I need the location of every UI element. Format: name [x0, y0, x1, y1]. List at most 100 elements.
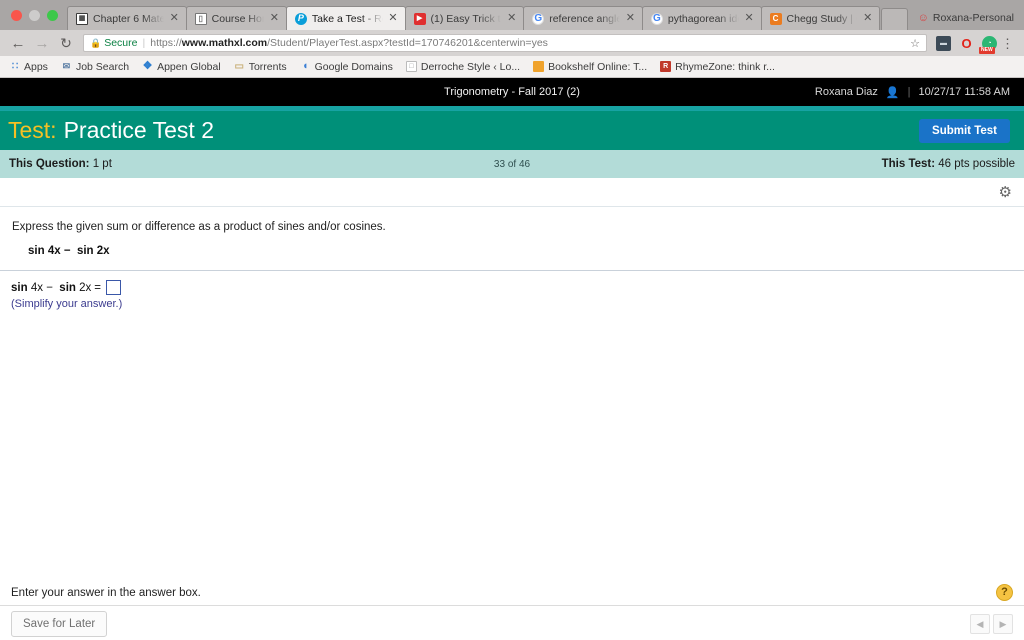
- forward-button[interactable]: →: [30, 36, 54, 51]
- bookmark-apps[interactable]: ∷ Apps: [9, 61, 48, 73]
- close-tab-icon[interactable]: ✕: [744, 13, 755, 24]
- google-domains-icon: ◖: [301, 60, 309, 72]
- tab-list: ▦ Chapter 6 Materials ✕ ▯ Course Home ✕ …: [67, 6, 908, 30]
- dark-extension-icon[interactable]: ▬: [936, 35, 951, 51]
- job-search-icon: ✉: [62, 61, 71, 71]
- browser-tab-take-a-test[interactable]: P Take a Test - Roxana ✕: [285, 6, 406, 30]
- book-icon: ▦: [76, 12, 88, 25]
- submit-test-button[interactable]: Submit Test: [919, 118, 1010, 143]
- close-tab-icon[interactable]: ✕: [269, 13, 280, 24]
- profile-label: Roxana-Personal: [932, 12, 1014, 24]
- url-text: https://www.mathxl.com/Student/PlayerTes…: [150, 37, 548, 49]
- answer-arg-1: 4x: [30, 281, 43, 294]
- answer-sin-term-1: sin: [11, 281, 28, 294]
- answer-arg-2: 2x: [79, 281, 92, 294]
- save-for-later-button[interactable]: Save for Later: [11, 611, 108, 637]
- bookmark-label: RhymeZone: think r...: [675, 60, 775, 73]
- lock-icon: 🔒: [90, 37, 102, 48]
- apps-grid-icon: ∷: [11, 60, 18, 72]
- new-tab-button[interactable]: [881, 8, 908, 30]
- google-icon: G: [650, 12, 663, 25]
- top-bar-right: Roxana Diaz 👤 | 10/27/17 11:58 AM: [815, 86, 1024, 99]
- bookshelf-icon: [533, 61, 545, 72]
- pearson-icon: P: [294, 12, 307, 25]
- tab-title: Chegg Study | Guide: [786, 12, 858, 25]
- test-header: Test: Practice Test 2 Submit Test: [0, 111, 1024, 150]
- page-title: Practice Test 2: [63, 117, 214, 143]
- answer-input[interactable]: [106, 280, 121, 296]
- browser-tab-youtube-easy-trick[interactable]: ▶ (1) Easy Trick to Find ✕: [404, 6, 525, 30]
- browser-tab-pythagorean-identities[interactable]: G pythagorean identiti ✕: [641, 6, 762, 30]
- footer-action-bar: Save for Later ◀ ▶: [0, 606, 1024, 640]
- folder-icon: ▭: [234, 60, 244, 72]
- bookmark-label: Google Domains: [314, 60, 393, 73]
- minimize-window-button[interactable]: [29, 10, 40, 21]
- extension-icons: ▬ O ◔ NEW: [932, 35, 997, 54]
- question-area: Express the given sum or difference as a…: [0, 207, 1024, 310]
- close-tab-icon[interactable]: ✕: [388, 13, 399, 24]
- google-icon: G: [532, 12, 545, 25]
- minus-operator: −: [63, 245, 71, 258]
- bookmark-label: Torrents: [248, 60, 287, 73]
- question-expression: sin 4x − sin 2x: [0, 236, 1024, 257]
- bookmark-appen-global[interactable]: ❖ Appen Global: [142, 61, 221, 73]
- url-scheme: https://: [150, 37, 182, 49]
- answer-minus-operator: −: [46, 281, 53, 294]
- footer-note: Enter your answer in the answer box.: [11, 586, 201, 599]
- tab-title: Chapter 6 Materials: [93, 12, 164, 25]
- bookmark-label: Job Search: [75, 60, 130, 73]
- browser-chrome: ▦ Chapter 6 Materials ✕ ▯ Course Home ✕ …: [0, 0, 1024, 78]
- secure-label: Secure: [104, 37, 138, 49]
- browser-tab-course-home[interactable]: ▯ Course Home ✕: [185, 6, 287, 30]
- bookmark-google-domains[interactable]: ◖ Google Domains: [300, 61, 393, 73]
- bookmark-job-search[interactable]: ✉ Job Search: [61, 61, 129, 73]
- pagination-controls: ◀ ▶: [970, 614, 1013, 634]
- tab-title: Take a Test - Roxana: [311, 12, 383, 25]
- address-bar[interactable]: 🔒 Secure | https://www.mathxl.com/Studen…: [83, 34, 927, 52]
- previous-question-button[interactable]: ◀: [970, 614, 990, 634]
- document-icon: ▯: [194, 12, 207, 25]
- next-question-button[interactable]: ▶: [993, 614, 1013, 634]
- close-tab-icon[interactable]: ✕: [506, 13, 517, 24]
- chrome-menu-icon[interactable]: ⋮: [997, 37, 1018, 50]
- separator: |: [907, 86, 911, 98]
- youtube-icon: ▶: [413, 12, 426, 25]
- back-button[interactable]: ←: [6, 36, 30, 51]
- answer-hint: (Simplify your answer.): [11, 298, 123, 311]
- help-icon[interactable]: ?: [996, 584, 1013, 601]
- browser-tab-chegg-study[interactable]: C Chegg Study | Guide ✕: [760, 6, 881, 30]
- bookmark-bookshelf-online[interactable]: Bookshelf Online: T...: [533, 61, 647, 73]
- bookmark-star-icon[interactable]: ☆: [904, 37, 920, 50]
- browser-tab-reference-angles[interactable]: G reference angles - G ✕: [523, 6, 643, 30]
- browser-tab-chapter-6-materials[interactable]: ▦ Chapter 6 Materials ✕: [67, 6, 187, 30]
- profile-indicator[interactable]: ☺ Roxana-Personal: [908, 12, 1024, 30]
- omnibox-row: ← → ↻ 🔒 Secure | https://www.mathxl.com/…: [0, 30, 1024, 56]
- bookmarks-bar: ∷ Apps ✉ Job Search ❖ Appen Global ▭ Tor…: [0, 56, 1024, 78]
- appen-icon: ❖: [142, 60, 153, 72]
- green-extension-icon[interactable]: ◔ NEW: [979, 35, 997, 54]
- close-window-button[interactable]: [11, 10, 22, 21]
- close-tab-icon[interactable]: ✕: [862, 13, 873, 24]
- tab-title: (1) Easy Trick to Find: [430, 12, 502, 25]
- url-separator: |: [142, 37, 146, 49]
- bookmark-torrents[interactable]: ▭ Torrents: [234, 60, 287, 73]
- tab-strip: ▦ Chapter 6 Materials ✕ ▯ Course Home ✕ …: [0, 0, 1024, 30]
- arg-2: 2x: [96, 245, 110, 258]
- maximize-window-button[interactable]: [47, 10, 58, 21]
- person-icon[interactable]: 👤: [886, 86, 900, 99]
- user-name: Roxana Diaz: [814, 86, 878, 98]
- url-path: /Student/PlayerTest.aspx?testId=17074620…: [267, 37, 548, 49]
- arg-1: 4x: [47, 245, 61, 258]
- bookmark-rhymezone[interactable]: R RhymeZone: think r...: [660, 61, 775, 73]
- bookmark-derroche-style[interactable]: □ Derroche Style ‹ Lo...: [405, 61, 520, 73]
- gear-icon[interactable]: ⚙: [999, 185, 1012, 200]
- timestamp: 10/27/17 11:58 AM: [918, 86, 1010, 98]
- window-controls: [0, 10, 67, 30]
- question-prompt: Express the given sum or difference as a…: [12, 221, 386, 233]
- opera-extension-icon[interactable]: O: [959, 36, 974, 51]
- close-tab-icon[interactable]: ✕: [169, 13, 180, 24]
- reload-button[interactable]: ↻: [54, 36, 78, 50]
- close-tab-icon[interactable]: ✕: [625, 13, 636, 24]
- bookmark-label: Bookshelf Online: T...: [548, 60, 648, 73]
- sin-term-1: sin: [28, 245, 45, 258]
